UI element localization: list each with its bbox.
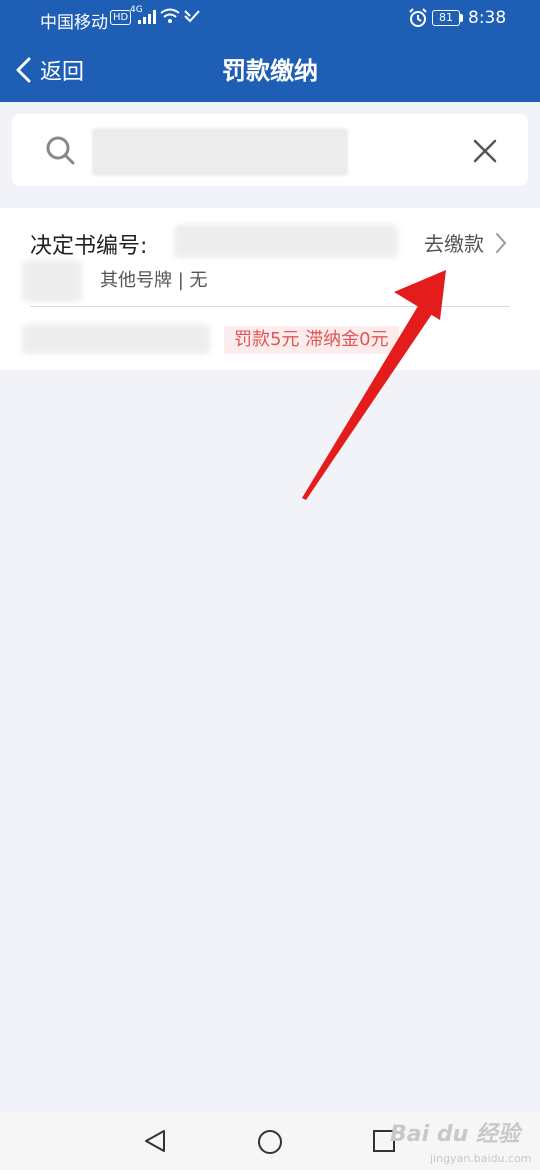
search-bar bbox=[12, 114, 528, 186]
close-icon[interactable] bbox=[470, 136, 500, 166]
page-title: 罚款缴纳 bbox=[222, 57, 318, 85]
clock: 8:38 bbox=[468, 8, 507, 28]
nav-back-icon[interactable] bbox=[142, 1128, 168, 1154]
data-saver-icon bbox=[184, 10, 200, 23]
violation-detail-value bbox=[22, 324, 210, 354]
decision-number-label: 决定书编号: bbox=[30, 234, 148, 259]
wifi-icon bbox=[160, 8, 180, 23]
nav-home-icon[interactable] bbox=[256, 1128, 284, 1156]
plate-info: 其他号牌 | 无 bbox=[100, 270, 208, 291]
red-arrow-annotation bbox=[302, 270, 446, 500]
battery-tip bbox=[460, 14, 463, 22]
app-header: 中国移动 HD 4G 81 8:38 返回 罚款缴纳 bbox=[0, 0, 540, 102]
hd-badge: HD bbox=[110, 10, 132, 25]
watermark-text: Bai du 经验 bbox=[390, 1122, 520, 1147]
carrier-label: 中国移动 bbox=[40, 13, 108, 33]
pay-button[interactable]: 去缴款 bbox=[424, 228, 508, 257]
plate-number-value bbox=[22, 260, 82, 302]
search-icon bbox=[46, 136, 75, 165]
search-input[interactable] bbox=[92, 128, 348, 176]
pay-label: 去缴款 bbox=[424, 232, 484, 256]
watermark: Bai du 经验 jingyan.baidu.com bbox=[390, 1116, 540, 1170]
status-bar: 中国移动 HD 4G 81 8:38 bbox=[0, 0, 540, 36]
chevron-right-icon bbox=[496, 232, 507, 253]
signal-icon bbox=[138, 10, 156, 24]
decision-number-value bbox=[174, 224, 398, 258]
watermark-url: jingyan.baidu.com bbox=[430, 1152, 532, 1165]
alarm-icon bbox=[409, 8, 427, 27]
battery-icon: 81 bbox=[432, 10, 460, 26]
